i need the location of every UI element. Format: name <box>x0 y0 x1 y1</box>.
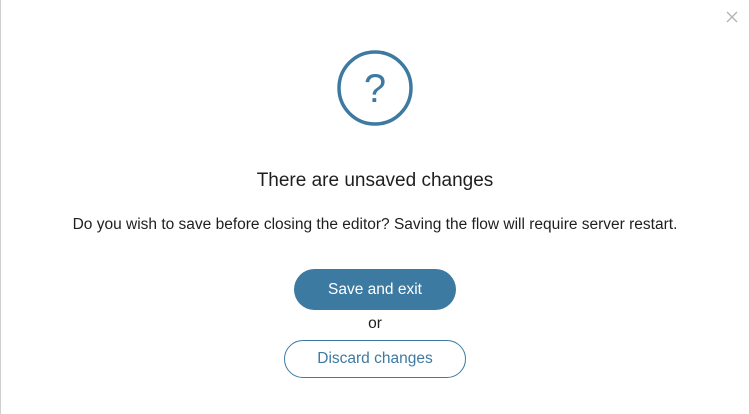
question-circle-icon: ? <box>337 50 413 126</box>
dialog-message: Do you wish to save before closing the e… <box>72 216 678 233</box>
svg-text:?: ? <box>364 67 386 111</box>
close-icon[interactable] <box>723 8 741 26</box>
dialog-title: There are unsaved changes <box>256 170 494 191</box>
unsaved-changes-dialog: ? There are unsaved changes Do you wish … <box>0 0 750 414</box>
or-separator: or <box>368 315 382 332</box>
discard-changes-button[interactable]: Discard changes <box>284 340 466 378</box>
save-and-exit-button[interactable]: Save and exit <box>294 269 456 310</box>
